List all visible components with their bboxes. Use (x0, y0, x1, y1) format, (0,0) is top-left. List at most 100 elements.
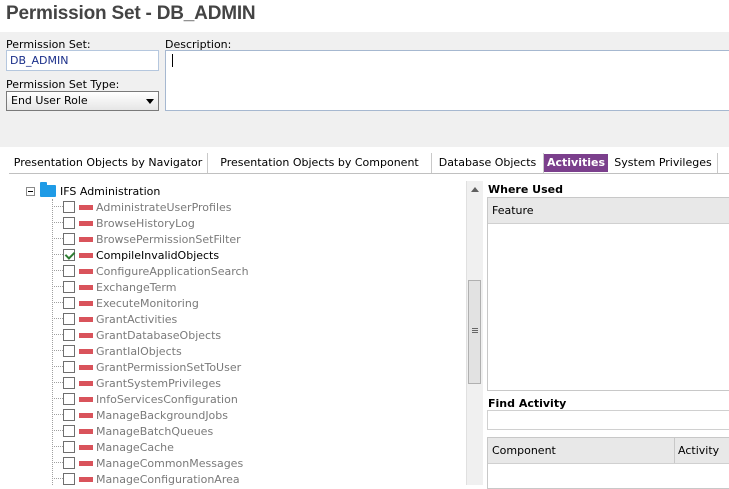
activity-icon (79, 460, 93, 466)
tree-item[interactable]: InfoServicesConfiguration (52, 391, 238, 407)
tree-branch-line (52, 270, 63, 272)
tree-item[interactable]: AdministrateUserProfiles (52, 199, 232, 215)
tree-item[interactable]: ManageConfigurationArea (52, 471, 240, 485)
description-field[interactable] (165, 50, 729, 111)
tree-item[interactable]: GrantPermissionSetToUser (52, 359, 241, 375)
tab-bar: Presentation Objects by Navigator Presen… (9, 153, 729, 174)
tree-root-node[interactable]: IFS Administration (26, 182, 161, 199)
tree-item-label: ManageBackgroundJobs (96, 408, 229, 422)
activity-checkbox[interactable] (63, 313, 75, 325)
activity-checkbox[interactable] (63, 233, 75, 245)
tree-item[interactable]: GrantSystemPrivileges (52, 375, 221, 391)
tree-branch-line (52, 446, 63, 448)
tree-branch-line (52, 430, 63, 432)
collapse-icon[interactable] (26, 186, 35, 196)
where-used-header: Feature (488, 198, 729, 224)
column-header-activity[interactable]: Activity (678, 444, 719, 457)
tree-item-label: GrantDatabaseObjects (96, 328, 222, 342)
scrollbar-thumb[interactable] (468, 280, 481, 384)
tree-item-label: ManageBatchQueues (96, 424, 214, 438)
find-activity-input[interactable] (487, 410, 729, 430)
activities-tree: IFS Administration AdministrateUserProfi… (22, 181, 466, 485)
activity-icon (79, 204, 93, 210)
tree-branch-line (52, 414, 63, 416)
scroll-up-arrow-icon[interactable] (471, 187, 479, 192)
tree-branch-line (52, 238, 63, 240)
tree-item-label: InfoServicesConfiguration (96, 392, 238, 406)
tree-item-label: CompileInvalidObjects (96, 248, 220, 262)
permission-set-type-value: End User Role (11, 94, 88, 107)
tree-branch-line (52, 302, 63, 304)
activity-icon (79, 476, 93, 482)
tab-system-privileges[interactable]: System Privileges (609, 153, 718, 173)
page-title: Permission Set - DB_ADMIN (6, 3, 256, 24)
tree-branch-line (52, 398, 63, 400)
column-divider[interactable] (674, 438, 675, 463)
tab-activities[interactable]: Activities (544, 154, 608, 172)
tab-database-objects[interactable]: Database Objects (432, 153, 544, 173)
tree-branch-line (52, 334, 63, 336)
tree-item-label: ManageCache (96, 440, 174, 454)
tree-item[interactable]: GrantActivities (52, 311, 177, 327)
tree-item[interactable]: ManageCommonMessages (52, 455, 243, 471)
activity-checkbox[interactable] (63, 201, 75, 213)
dropdown-arrow-icon[interactable] (146, 99, 154, 104)
activity-checkbox[interactable] (63, 457, 75, 469)
results-header: Component Activity (488, 438, 729, 464)
tree-item[interactable]: CompileInvalidObjects (52, 247, 219, 263)
activity-icon (79, 348, 93, 354)
column-header-feature[interactable]: Feature (492, 204, 534, 217)
activity-checkbox[interactable] (63, 249, 75, 261)
tree-item-label: AdministrateUserProfiles (96, 200, 232, 214)
activity-checkbox[interactable] (63, 265, 75, 277)
activity-checkbox[interactable] (63, 409, 75, 421)
tree-item[interactable]: ManageBatchQueues (52, 423, 213, 439)
column-header-component[interactable]: Component (492, 444, 556, 457)
tree-item[interactable]: GrantDatabaseObjects (52, 327, 221, 343)
activity-icon (79, 220, 93, 226)
tree-item[interactable]: BrowseHistoryLog (52, 215, 195, 231)
tree-item[interactable]: ConfigureApplicationSearch (52, 263, 249, 279)
tree-item-label: ConfigureApplicationSearch (96, 264, 249, 278)
tree-item[interactable]: BrowsePermissionSetFilter (52, 231, 241, 247)
activity-checkbox[interactable] (63, 473, 75, 485)
activity-checkbox[interactable] (63, 393, 75, 405)
tree-item[interactable]: ManageBackgroundJobs (52, 407, 228, 423)
tree-item[interactable]: ExchangeTerm (52, 279, 176, 295)
activity-checkbox[interactable] (63, 345, 75, 357)
tree-item-label: BrowseHistoryLog (96, 216, 195, 230)
tab-presentation-objects-by-component[interactable]: Presentation Objects by Component (208, 153, 432, 173)
activity-icon (79, 396, 93, 402)
grip-icon (472, 328, 478, 329)
activity-checkbox[interactable] (63, 281, 75, 293)
activity-checkbox[interactable] (63, 377, 75, 389)
tree-branch-line (52, 206, 63, 208)
activity-checkbox[interactable] (63, 329, 75, 341)
permission-set-type-select[interactable]: End User Role (6, 91, 159, 111)
activity-icon (79, 236, 93, 242)
tree-scrollbar[interactable] (466, 181, 483, 485)
activity-checkbox[interactable] (63, 441, 75, 453)
tree-root-label: IFS Administration (60, 184, 161, 198)
tree-item[interactable]: GrantIalObjects (52, 343, 182, 359)
activity-icon (79, 316, 93, 322)
find-activity-title: Find Activity (488, 397, 567, 410)
tree-item[interactable]: ExecuteMonitoring (52, 295, 199, 311)
activity-icon (79, 284, 93, 290)
tree-item-label: GrantActivities (96, 312, 178, 326)
activity-checkbox[interactable] (63, 361, 75, 373)
activity-checkbox[interactable] (63, 425, 75, 437)
tab-presentation-objects-by-navigator[interactable]: Presentation Objects by Navigator (9, 153, 208, 173)
permission-set-field[interactable]: DB_ADMIN (6, 50, 159, 71)
tree-item-label: ManageConfigurationArea (96, 472, 240, 486)
tree-item-label: GrantSystemPrivileges (96, 376, 221, 390)
tree-branch-line (52, 254, 63, 256)
activity-checkbox[interactable] (63, 297, 75, 309)
tree-item[interactable]: ManageCache (52, 439, 174, 455)
activity-icon (79, 428, 93, 434)
activity-results-table: Component Activity (487, 437, 729, 489)
where-used-title: Where Used (488, 183, 563, 196)
tree-branch-line (52, 478, 63, 480)
tree-branch-line (52, 286, 63, 288)
activity-checkbox[interactable] (63, 217, 75, 229)
